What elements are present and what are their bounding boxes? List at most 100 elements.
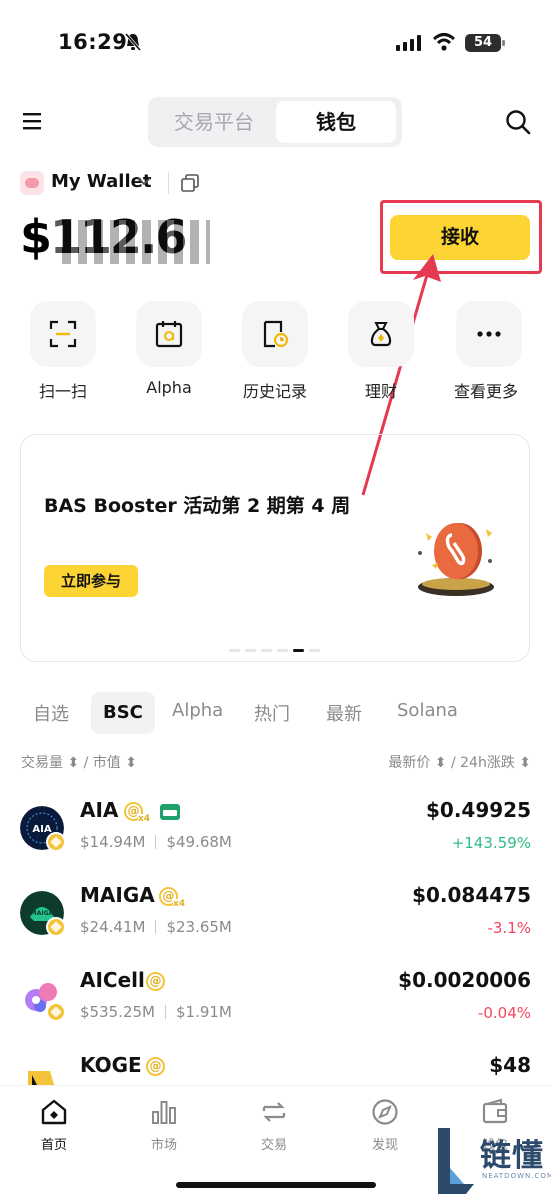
home-indicator (176, 1182, 376, 1188)
promo-banner[interactable]: BAS Booster 活动第 2 期第 4 周 立即参与 (20, 434, 530, 662)
wifi-icon (432, 33, 456, 51)
token-price: $0.0020006 (398, 968, 531, 992)
token-price: $0.49925 (425, 798, 531, 822)
token-mcap: $1.91M (175, 1003, 232, 1021)
nav-discover[interactable]: 发现 (350, 1098, 420, 1153)
quick-action-history[interactable]: 历史记录 (240, 301, 310, 402)
token-row[interactable]: AIA AIA @ x4 $14.94M $49.68M $0.49925 +143… (20, 798, 531, 860)
bnb-chain-icon (46, 832, 66, 852)
watermark-subtext: NEATDOWN.COM (482, 1172, 551, 1180)
carousel-dot (245, 649, 256, 652)
volume-ticket-icon (160, 804, 181, 820)
svg-text:MAIGA: MAIGA (31, 910, 54, 917)
watermark-logo-icon (438, 1128, 474, 1194)
alpha-badge-icon: @ x4 (159, 887, 186, 909)
bnb-chain-icon (46, 917, 66, 937)
sort-volume-mcap[interactable]: 交易量 ⬍ / 市值 ⬍ (21, 752, 137, 772)
token-symbol: KOGE (80, 1053, 142, 1077)
wallet-icon (482, 1098, 508, 1124)
tab-favorites[interactable]: 自选 (33, 700, 69, 726)
alpha-badge-icon: @ x4 (124, 802, 151, 824)
token-mcap: $23.65M (166, 918, 232, 936)
token-badges: @ x4 (124, 802, 181, 824)
carousel-dot (309, 649, 320, 652)
watermark-text: 链懂 (480, 1138, 544, 1174)
token-volume: $24.41M (80, 918, 146, 936)
battery-indicator: 54 (465, 34, 505, 52)
token-mcap: $49.68M (166, 833, 232, 851)
tab-alpha[interactable]: Alpha (172, 700, 223, 721)
quick-action-more[interactable]: 查看更多 (454, 301, 524, 402)
alpha-multiplier: x4 (173, 899, 186, 909)
nav-market[interactable]: 市场 (129, 1098, 199, 1153)
token-price: $48 (489, 1053, 531, 1077)
balance-mask (55, 220, 210, 264)
nav-label: 交易 (260, 1138, 287, 1153)
quick-action-alpha[interactable]: Alpha (134, 301, 204, 397)
carousel-dot (277, 649, 288, 652)
wallet-avatar (20, 171, 44, 195)
status-bar: 16:29 54 (0, 30, 551, 62)
alpha-multiplier: x4 (138, 814, 151, 824)
more-dots-icon (477, 331, 501, 337)
booster-coin-illustration (418, 523, 494, 596)
status-time: 16:29 (58, 30, 128, 54)
token-change: -0.04% (477, 1004, 531, 1022)
money-bag-icon (370, 322, 392, 347)
alpha-calendar-icon (155, 321, 183, 348)
quick-action-label: 历史记录 (242, 382, 307, 401)
token-badges: @ x4 (159, 887, 186, 909)
token-symbol: AIA (80, 798, 119, 822)
divider (168, 172, 169, 194)
chevron-down-icon (137, 175, 151, 189)
token-badges: @ (146, 1057, 165, 1079)
token-volume: $535.25M (80, 1003, 155, 1021)
token-row[interactable]: AICell @ $535.25M $1.91M $0.0020006 -0.04… (20, 968, 531, 1030)
nav-trade[interactable]: 交易 (239, 1098, 309, 1153)
carousel-dot (261, 649, 272, 652)
compass-icon (372, 1099, 398, 1125)
quick-action-earn[interactable]: 理财 (346, 301, 416, 402)
token-change: +143.59% (451, 834, 531, 852)
tab-solana[interactable]: Solana (397, 700, 458, 721)
divider (164, 1005, 166, 1019)
token-price: $0.084475 (412, 883, 531, 907)
site-watermark: 链懂 NEATDOWN.COM (438, 1128, 551, 1194)
nav-label: 市场 (150, 1138, 177, 1153)
nav-label: 发现 (371, 1138, 398, 1153)
banner-title: BAS Booster 活动第 2 期第 4 周 (44, 495, 351, 517)
tab-hot[interactable]: 热门 (254, 700, 290, 726)
market-chart-icon (152, 1101, 176, 1124)
carousel-dot-active (293, 649, 304, 652)
join-now-button[interactable]: 立即参与 (44, 565, 138, 597)
tab-exchange[interactable]: 交易平台 (154, 101, 274, 143)
cell-signal-icon (396, 35, 421, 51)
token-stats: $14.94M $49.68M (80, 833, 232, 851)
home-icon (41, 1099, 67, 1125)
exchange-wallet-switch: 交易平台 钱包 (148, 97, 402, 147)
scan-icon (49, 320, 77, 348)
alpha-badge-icon: @ (146, 972, 165, 991)
market-tabs: 自选 BSC Alpha 热门 最新 Solana (0, 692, 551, 736)
alpha-badge-icon: @ (146, 1057, 165, 1076)
quick-action-label: 理财 (364, 382, 397, 401)
tab-new[interactable]: 最新 (326, 700, 362, 726)
history-icon (263, 320, 289, 348)
token-row[interactable]: MAIGA MAIGA @ x4 $24.41M $23.65M $0.084475… (20, 883, 531, 945)
bnb-chain-icon (46, 1002, 66, 1022)
menu-icon[interactable] (22, 110, 44, 132)
carousel-dots (229, 649, 325, 653)
sort-price-change[interactable]: 最新价 ⬍ / 24h涨跌 ⬍ (388, 752, 531, 772)
token-symbol: MAIGA (80, 883, 155, 907)
search-icon[interactable] (505, 109, 531, 135)
copy-icon[interactable] (181, 174, 199, 192)
token-symbol: AICell (80, 968, 145, 992)
tab-wallet[interactable]: 钱包 (276, 101, 396, 143)
divider (155, 835, 157, 849)
token-stats: $24.41M $23.65M (80, 918, 232, 936)
token-stats: $535.25M $1.91M (80, 1003, 232, 1021)
carousel-dot (229, 649, 240, 652)
tab-bsc[interactable]: BSC (91, 692, 155, 734)
quick-action-scan[interactable]: 扫一扫 (28, 301, 98, 402)
nav-home[interactable]: 首页 (19, 1098, 89, 1153)
